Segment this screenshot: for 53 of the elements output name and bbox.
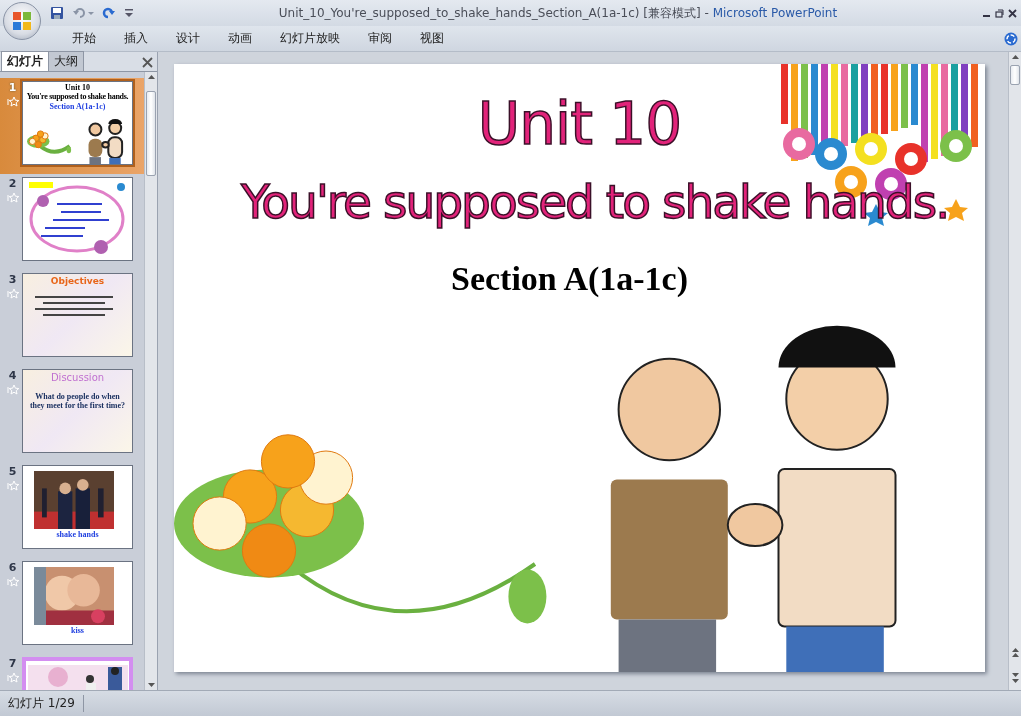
ribbon-tab[interactable]: 设计 bbox=[162, 30, 214, 47]
panel-tab[interactable]: 大纲 bbox=[48, 51, 84, 71]
ribbon-tab[interactable]: 幻灯片放映 bbox=[266, 30, 354, 47]
animation-star-icon bbox=[6, 576, 19, 587]
animation-star-icon bbox=[6, 96, 19, 107]
thumbnail-text: You're supposed to shake hands. bbox=[25, 92, 130, 101]
slide-number: 4 bbox=[8, 369, 17, 382]
office-logo-icon bbox=[12, 11, 32, 31]
thumbnail-text: Unit 10 bbox=[63, 83, 92, 92]
slide-subtitle: You're supposed to shake hands. bbox=[239, 174, 950, 229]
slide-number: 6 bbox=[8, 561, 17, 574]
slide-thumbnail[interactable]: Unit 10 You're supposed to shake hands. Section A(1a-1c) bbox=[22, 81, 133, 165]
slide-number: 5 bbox=[8, 465, 17, 478]
thumbnail-text: shake hands bbox=[55, 530, 100, 539]
restore-icon[interactable] bbox=[995, 8, 1004, 18]
thumbnail-title: Objectives bbox=[49, 277, 106, 286]
ribbon-tab[interactable]: 开始 bbox=[58, 30, 110, 47]
thumbnail-text: Section A(1a-1c) bbox=[48, 102, 107, 111]
close-icon[interactable] bbox=[142, 57, 153, 68]
scrollbar-thumb[interactable] bbox=[1010, 65, 1020, 85]
panel-tab[interactable]: 幻灯片 bbox=[1, 51, 49, 71]
slide-counter: 幻灯片 1/29 bbox=[0, 695, 84, 712]
redo-icon[interactable] bbox=[102, 6, 116, 20]
ribbon-tab[interactable]: 动画 bbox=[214, 30, 266, 47]
thumbnail-text: kiss bbox=[70, 626, 85, 635]
animation-star-icon bbox=[6, 288, 19, 299]
slide-title: Unit 10 bbox=[476, 90, 683, 158]
animation-star-icon bbox=[6, 384, 19, 395]
ribbon-tab[interactable]: 视图 bbox=[406, 30, 458, 47]
slide-thumbnail[interactable]: kiss bbox=[22, 561, 133, 645]
slide-number: 7 bbox=[8, 657, 17, 670]
close-icon[interactable] bbox=[1008, 8, 1017, 18]
help-icon[interactable] bbox=[1004, 31, 1018, 46]
slide-number: 3 bbox=[8, 273, 17, 286]
slide-thumbnail[interactable]: shake hands bbox=[22, 465, 133, 549]
office-button[interactable] bbox=[3, 2, 41, 40]
animation-star-icon bbox=[6, 192, 19, 203]
slide-number: 1 bbox=[8, 81, 17, 94]
slide-thumbnail[interactable] bbox=[22, 177, 133, 261]
app-name: Microsoft PowerPoint bbox=[712, 5, 838, 20]
animation-star-icon bbox=[6, 672, 19, 683]
save-icon[interactable] bbox=[50, 6, 64, 20]
slide-number: 2 bbox=[8, 177, 17, 190]
thumbnail-title: Discussion bbox=[49, 373, 106, 382]
customize-dropdown-icon[interactable] bbox=[124, 8, 134, 18]
animation-star-icon bbox=[6, 480, 19, 491]
ribbon-tab[interactable]: 插入 bbox=[110, 30, 162, 47]
window-title: Unit_10_You're_supposed_to_shake_hands_Section_A(1a-1c) [兼容模式] - bbox=[278, 5, 710, 20]
slide-thumbnail[interactable]: Discussion What do people do when they meet for the first time? bbox=[22, 369, 133, 453]
ribbon-tab[interactable]: 审阅 bbox=[354, 30, 406, 47]
thumbnail-text: What do people do when they meet for the first time? bbox=[28, 392, 127, 410]
scrollbar-thumb[interactable] bbox=[146, 91, 156, 176]
section-heading: Section A(1a-1c) bbox=[450, 260, 689, 298]
